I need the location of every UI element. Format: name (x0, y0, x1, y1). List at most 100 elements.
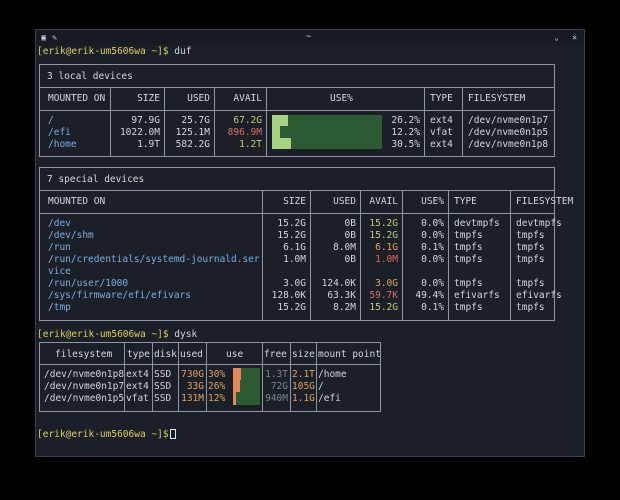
command-text: duf (168, 46, 192, 57)
use-percent: 0.0% (421, 230, 444, 241)
col-header: AVAIL (369, 196, 398, 207)
col-header: disk (154, 349, 177, 360)
free-value: 72G (270, 381, 288, 392)
col-header: filesystem (55, 349, 113, 360)
usage-bar-fill (272, 126, 280, 138)
used-value: 131M (181, 393, 204, 404)
used-value: 0B (344, 254, 356, 265)
filesystem: tmpfs (516, 302, 545, 313)
fs-type: efivarfs (454, 290, 500, 301)
used-value: 63.3K (327, 290, 356, 301)
command-text: dysk (168, 329, 198, 340)
fs-type: vfat (126, 393, 149, 404)
mount-point: /run/credentials/systemd-journald.ser (48, 254, 260, 265)
local-devices-table: 3 local devices MOUNTED ON SIZE USED AVA… (39, 64, 555, 157)
prompt: [erik@erik-um5606wa ~]$ (37, 46, 169, 57)
used-value: 8.0M (333, 242, 356, 253)
filesystem: /dev/nvme0n1p8 (468, 139, 549, 150)
col-header: used (180, 349, 203, 360)
fs-type: ext4 (126, 369, 149, 380)
terminal-window: ▣ ✎ ~ ⌄ ✕ [erik@erik-um5606wa ~]$ duf 3 … (35, 29, 585, 457)
size-value: 1022.0M (119, 127, 160, 138)
free-value: 940M (265, 393, 288, 404)
size-value: 15.2G (277, 218, 306, 229)
avail-value: 15.2G (369, 302, 398, 313)
table-title: 3 local devices (47, 71, 133, 82)
mount-point: /efi (318, 393, 341, 404)
usage-bar-fill (272, 138, 291, 149)
use-percent: 30.5% (391, 139, 420, 150)
pin-icon[interactable]: ✎ (50, 33, 59, 42)
table-title: 7 special devices (47, 174, 145, 185)
col-header: USED (187, 93, 210, 104)
fs-type: tmpfs (454, 242, 483, 253)
filesystem: /dev/nvme0n1p7 (44, 381, 125, 392)
col-header: free (264, 349, 287, 360)
mount-point: /efi (48, 127, 71, 138)
mount-point: /dev/shm (48, 230, 94, 241)
used-value: 125.1M (175, 127, 210, 138)
use-percent: 26% (208, 381, 226, 392)
prompt-line: [erik@erik-um5606wa ~]$ (37, 429, 169, 440)
used-value: 730G (181, 369, 204, 380)
col-header: MOUNTED ON (48, 93, 106, 104)
special-devices-table: 7 special devices MOUNTED ON SIZE USED A… (39, 167, 573, 321)
filesystem: tmpfs (516, 242, 545, 253)
use-percent: 49.4% (415, 290, 444, 301)
col-header: TYPE (454, 196, 477, 207)
used-value: 33G (186, 381, 204, 392)
dysk-table: filesystem type disk used use free size … (39, 342, 381, 412)
size-value: 15.2G (277, 302, 306, 313)
avail-value: 3.0G (375, 278, 398, 289)
used-value: 124.0K (321, 278, 356, 289)
filesystem: /dev/nvme0n1p5 (468, 127, 549, 138)
use-percent: 12.2% (391, 127, 420, 138)
use-percent: 0.0% (421, 254, 444, 265)
col-header: FILESYSTEM (468, 93, 526, 104)
usage-bar-fill (272, 115, 288, 126)
size-value: 15.2G (277, 230, 306, 241)
disk-type: SSD (154, 369, 172, 380)
close-icon[interactable]: ✕ (570, 33, 579, 42)
size-value: 105G (292, 381, 315, 392)
avail-value: 1.0M (375, 254, 398, 265)
mount-point: /sys/firmware/efi/efivars (48, 290, 191, 301)
title-bar: ▣ ✎ ~ ⌄ ✕ (36, 30, 584, 45)
used-value: 0B (344, 218, 356, 229)
col-header: USED (333, 196, 356, 207)
filesystem: efivarfs (516, 290, 562, 301)
mount-point: /tmp (48, 302, 71, 313)
col-header: type (127, 349, 150, 360)
fs-type: tmpfs (454, 254, 483, 265)
used-value: 0B (344, 230, 356, 241)
fs-type: tmpfs (454, 278, 483, 289)
size-value: 97.9G (131, 115, 160, 126)
mount-point: / (318, 381, 324, 392)
terminal-content[interactable]: [erik@erik-um5606wa ~]$ duf 3 local devi… (36, 45, 584, 456)
avail-value: 6.1G (375, 242, 398, 253)
avail-value: 896.9M (227, 127, 262, 138)
col-header: AVAIL (233, 93, 262, 104)
prompt-line: [erik@erik-um5606wa ~]$ duf (37, 46, 191, 57)
size-value: 2.1T (292, 369, 315, 380)
fs-type: ext4 (430, 139, 453, 150)
use-percent: 0.0% (421, 218, 444, 229)
size-value: 6.1G (283, 242, 306, 253)
avail-value: 15.2G (369, 218, 398, 229)
size-value: 3.0G (283, 278, 306, 289)
col-header: TYPE (430, 93, 453, 104)
use-percent: 0.1% (421, 242, 444, 253)
col-header: SIZE (283, 196, 306, 207)
use-percent: 12% (208, 393, 226, 404)
size-value: 1.1G (292, 393, 315, 404)
minimize-icon[interactable]: ⌄ (552, 33, 561, 42)
used-value: 25.7G (181, 115, 210, 126)
avail-value: 67.2G (233, 115, 262, 126)
use-percent: 0.1% (421, 302, 444, 313)
fs-type: tmpfs (454, 302, 483, 313)
filesystem: tmpfs (516, 230, 545, 241)
disk-type: SSD (154, 393, 172, 404)
mount-point: /dev (48, 218, 71, 229)
free-value: 1.3T (265, 369, 288, 380)
filesystem: tmpfs (516, 254, 545, 265)
